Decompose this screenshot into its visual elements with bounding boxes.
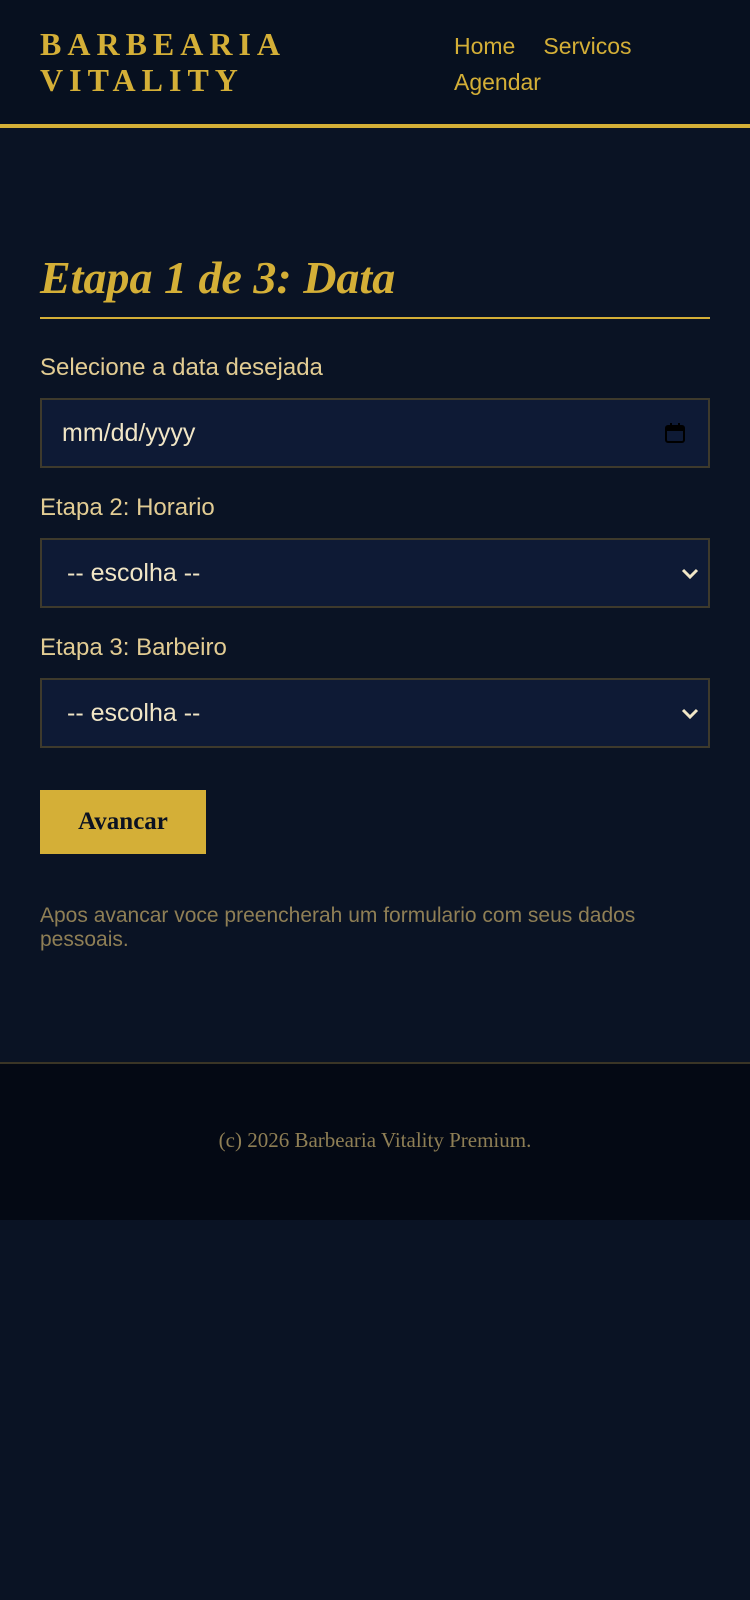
horario-selected-value: -- escolha -- xyxy=(67,558,201,587)
date-placeholder: mm/dd/yyyy xyxy=(62,418,196,447)
title-divider xyxy=(40,317,710,319)
horario-select[interactable]: -- escolha -- xyxy=(40,538,710,608)
logo-line-2: VITALITY xyxy=(40,62,244,98)
barbeiro-select[interactable]: -- escolha -- xyxy=(40,678,710,748)
date-label: Selecione a data desejada xyxy=(40,354,323,381)
info-note: Apos avancar voce preencherah um formula… xyxy=(40,904,636,951)
barbeiro-selected-value: -- escolha -- xyxy=(67,698,201,727)
site-header: BARBEARIA VITALITY Home Servicos Agendar xyxy=(0,0,750,128)
horario-label: Etapa 2: Horario xyxy=(40,494,215,521)
nav-home[interactable]: Home xyxy=(454,28,515,64)
logo[interactable]: BARBEARIA VITALITY xyxy=(40,26,340,98)
site-footer: (c) 2026 Barbearia Vitality Premium. xyxy=(0,1062,750,1220)
logo-line-1: BARBEARIA xyxy=(40,26,287,62)
date-input[interactable]: mm/dd/yyyy xyxy=(40,398,710,468)
main-nav: Home Servicos Agendar xyxy=(454,28,714,100)
barbeiro-label: Etapa 3: Barbeiro xyxy=(40,634,227,661)
calendar-icon[interactable] xyxy=(664,422,686,444)
nav-agendar[interactable]: Agendar xyxy=(454,64,541,100)
page-title: Etapa 1 de 3: Data xyxy=(40,252,396,303)
nav-servicos[interactable]: Servicos xyxy=(543,28,631,64)
chevron-down-icon xyxy=(681,568,699,580)
copyright-text: (c) 2026 Barbearia Vitality Premium. xyxy=(218,1128,532,1152)
chevron-down-icon xyxy=(681,708,699,720)
avancar-button[interactable]: Avancar xyxy=(40,790,206,854)
